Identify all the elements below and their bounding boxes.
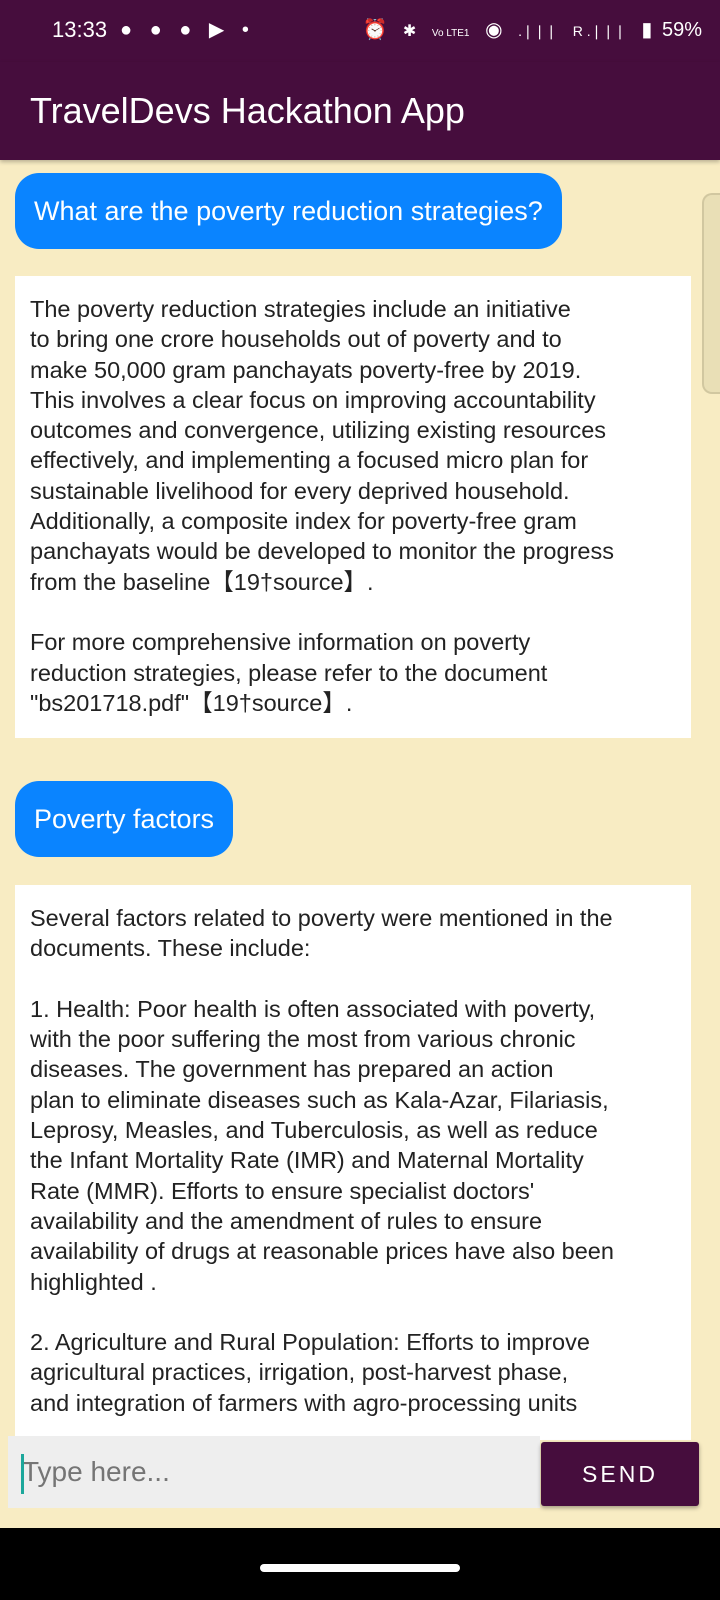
user-message: What are the poverty reduction strategie… (15, 173, 562, 249)
wifi-icon: ◉ (485, 19, 503, 41)
roaming-signal-icon: R .❘❘❘ (572, 23, 626, 39)
bluetooth-icon: ✱ (402, 23, 417, 40)
chat-list[interactable]: What are the poverty reduction strategie… (0, 160, 720, 1440)
text-cursor (21, 1454, 24, 1494)
status-bar: 13:33 ● ● ● ▶ • ⏰ ✱ Vo LTE1 ◉ .❘❘❘ R .❘❘… (0, 0, 720, 62)
assistant-message: Several factors related to poverty were … (15, 885, 691, 1440)
battery-icon: ▮ (641, 19, 653, 41)
app-title: TravelDevs Hackathon App (30, 90, 465, 131)
assistant-message-text: Several factors related to poverty were … (30, 905, 614, 1416)
message-input-bar: SEND (0, 1430, 720, 1528)
home-gesture-handle[interactable] (260, 1564, 460, 1572)
scrollbar-handle[interactable] (702, 193, 720, 394)
assistant-message: The poverty reduction strategies include… (15, 276, 691, 739)
status-time: 13:33 (52, 17, 108, 42)
message-input[interactable] (8, 1436, 540, 1508)
system-status-icons: ⏰ ✱ Vo LTE1 ◉ .❘❘❘ R .❘❘❘ ▮ 59% (352, 17, 702, 42)
volte-icon: Vo LTE1 (431, 28, 470, 39)
battery-percent: 59% (661, 19, 702, 41)
user-message: Poverty factors (15, 781, 234, 857)
signal-icon: .❘❘❘ (518, 23, 558, 39)
system-navigation-bar (0, 1528, 720, 1600)
send-button[interactable]: SEND (541, 1442, 699, 1506)
notification-icons: ● ● ● ▶ • (120, 19, 255, 41)
assistant-message-text: The poverty reduction strategies include… (30, 296, 614, 716)
alarm-icon: ⏰ (362, 19, 388, 41)
app-bar: TravelDevs Hackathon App (0, 62, 720, 160)
